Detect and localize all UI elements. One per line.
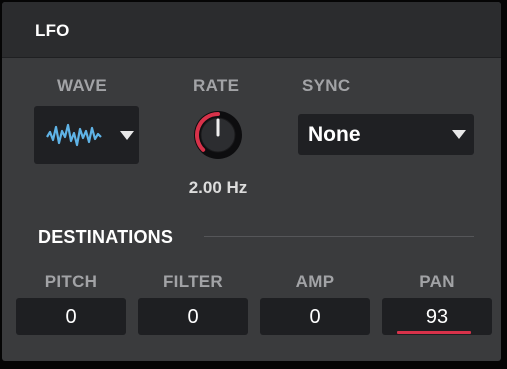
wave-dropdown[interactable]	[34, 106, 139, 164]
sync-dropdown[interactable]: None	[298, 114, 474, 155]
amp-field[interactable]: 0	[260, 298, 370, 335]
lfo-header: LFO	[2, 2, 501, 58]
pan-label: PAN	[419, 272, 455, 291]
pan-value: 93	[425, 306, 449, 328]
destinations-divider	[204, 236, 474, 237]
amp-label: AMP	[295, 272, 335, 291]
wave-label: WAVE	[57, 76, 108, 95]
pan-field[interactable]: 93	[382, 298, 492, 335]
rate-value: 2.00 Hz	[188, 178, 248, 197]
filter-label: FILTER	[162, 272, 224, 291]
pan-level-bar	[397, 331, 471, 334]
pitch-label: PITCH	[44, 272, 98, 291]
chevron-down-icon	[120, 131, 134, 140]
chevron-down-icon	[452, 130, 466, 139]
sync-label: SYNC	[302, 76, 351, 95]
random-wave-icon	[46, 123, 102, 147]
filter-value: 0	[187, 306, 199, 328]
pitch-value: 0	[65, 306, 77, 328]
lfo-title: LFO	[35, 21, 70, 40]
sync-value: None	[308, 123, 361, 146]
destinations-title: DESTINATIONS	[38, 227, 174, 247]
rate-knob[interactable]	[192, 109, 244, 161]
lfo-panel: LFO WAVE RATE 2.00 Hz SYNC None DESTINAT…	[2, 2, 501, 361]
pitch-field[interactable]: 0	[16, 298, 126, 335]
filter-field[interactable]: 0	[138, 298, 248, 335]
amp-value: 0	[309, 306, 321, 328]
rate-label: RATE	[193, 76, 240, 95]
